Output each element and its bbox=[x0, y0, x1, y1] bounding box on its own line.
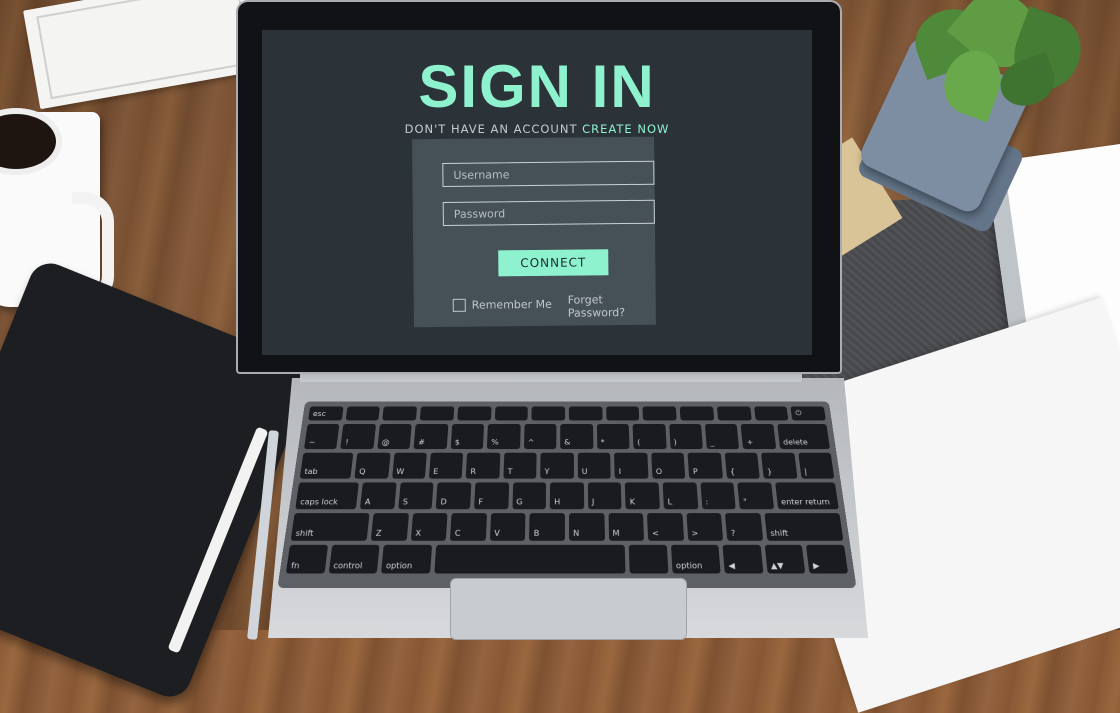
key-option[interactable]: option bbox=[381, 544, 432, 574]
signup-prompt-text: DON'T HAVE AN ACCOUNT bbox=[404, 122, 578, 136]
key--[interactable]: { bbox=[724, 452, 760, 479]
page-title: SIGN IN bbox=[418, 53, 656, 120]
key-blank[interactable] bbox=[433, 544, 626, 574]
key--[interactable]: ◀ bbox=[722, 544, 764, 574]
key-y[interactable]: Y bbox=[540, 452, 574, 479]
key--[interactable]: ▲▼ bbox=[764, 544, 806, 574]
key--[interactable]: $ bbox=[450, 423, 485, 450]
keyboard-row-3: caps lock A S D F G H J K L: " enter return bbox=[295, 482, 839, 510]
key-blank[interactable] bbox=[494, 406, 529, 421]
key--[interactable]: & bbox=[560, 423, 594, 450]
key-r[interactable]: R bbox=[466, 452, 501, 479]
key-enter-return[interactable]: enter return bbox=[774, 482, 839, 510]
username-input[interactable] bbox=[442, 160, 655, 187]
key-blank[interactable] bbox=[382, 406, 418, 421]
key--[interactable]: @ bbox=[377, 423, 413, 450]
key--[interactable]: # bbox=[413, 423, 449, 450]
key-e[interactable]: E bbox=[428, 452, 464, 479]
key-caps-lock[interactable]: caps lock bbox=[295, 482, 360, 510]
key-o[interactable]: O bbox=[651, 452, 686, 479]
key-z[interactable]: Z bbox=[371, 513, 409, 541]
key-control[interactable]: control bbox=[328, 544, 380, 574]
key--[interactable]: ? bbox=[725, 513, 763, 541]
key-delete[interactable]: delete bbox=[777, 423, 831, 450]
login-form: CONNECT Remember Me Forget Password? bbox=[412, 136, 656, 328]
key--[interactable]: ^ bbox=[523, 423, 557, 450]
key-v[interactable]: V bbox=[489, 513, 526, 541]
key--[interactable]: | bbox=[797, 452, 835, 479]
laptop-screen: SIGN IN DON'T HAVE AN ACCOUNT CREATE NOW… bbox=[262, 30, 812, 355]
key--[interactable]: + bbox=[740, 423, 777, 450]
key-f[interactable]: F bbox=[474, 482, 509, 510]
remember-me-checkbox[interactable]: Remember Me bbox=[452, 297, 552, 312]
key--[interactable]: ( bbox=[632, 423, 667, 450]
key-q[interactable]: Q bbox=[354, 452, 391, 479]
key-option[interactable]: option bbox=[670, 544, 721, 574]
key-l[interactable]: L bbox=[662, 482, 698, 510]
key-b[interactable]: B bbox=[529, 513, 565, 541]
key--[interactable]: % bbox=[487, 423, 521, 450]
key-blank[interactable] bbox=[419, 406, 455, 421]
coffee bbox=[0, 108, 62, 175]
key--[interactable]: ⏻ bbox=[790, 406, 826, 421]
keyboard-row-5: fn control option option ◀ ▲▼ ▶ bbox=[285, 544, 849, 574]
key-m[interactable]: M bbox=[608, 513, 645, 541]
key-d[interactable]: D bbox=[436, 482, 472, 510]
key--[interactable]: } bbox=[761, 452, 798, 479]
signup-prompt: DON'T HAVE AN ACCOUNT CREATE NOW bbox=[262, 122, 812, 136]
connect-button[interactable]: CONNECT bbox=[498, 249, 609, 277]
key-n[interactable]: N bbox=[569, 513, 605, 541]
keyboard-fn-row: esc ⏻ bbox=[308, 406, 826, 421]
key--[interactable]: " bbox=[737, 482, 774, 510]
key-blank[interactable] bbox=[531, 406, 566, 421]
key--[interactable]: _ bbox=[704, 423, 740, 450]
key--[interactable]: ! bbox=[340, 423, 376, 450]
key-h[interactable]: H bbox=[550, 482, 584, 510]
key-blank[interactable] bbox=[642, 406, 677, 421]
key-a[interactable]: A bbox=[360, 482, 397, 510]
key-shift[interactable]: shift bbox=[290, 513, 370, 541]
checkbox-icon[interactable] bbox=[452, 298, 466, 312]
create-account-link[interactable]: CREATE NOW bbox=[582, 122, 669, 136]
key-fn[interactable]: fn bbox=[285, 544, 328, 574]
laptop-lid: SIGN IN DON'T HAVE AN ACCOUNT CREATE NOW… bbox=[236, 0, 842, 374]
key-j[interactable]: J bbox=[587, 482, 622, 510]
keyboard-row-2: tab Q W E R T Y U I O P{} | bbox=[299, 452, 835, 479]
key-blank[interactable] bbox=[628, 544, 669, 574]
key-blank[interactable] bbox=[345, 406, 381, 421]
key-s[interactable]: S bbox=[398, 482, 434, 510]
key-t[interactable]: T bbox=[503, 452, 538, 479]
key-shift[interactable]: shift bbox=[764, 513, 844, 541]
key-x[interactable]: X bbox=[410, 513, 448, 541]
key-g[interactable]: G bbox=[512, 482, 547, 510]
key-p[interactable]: P bbox=[687, 452, 723, 479]
key-blank[interactable] bbox=[568, 406, 603, 421]
key-blank[interactable] bbox=[716, 406, 752, 421]
remember-me-label: Remember Me bbox=[471, 297, 552, 312]
key-blank[interactable] bbox=[753, 406, 789, 421]
key--[interactable]: > bbox=[686, 513, 724, 541]
key--[interactable]: ▶ bbox=[806, 544, 849, 574]
key-i[interactable]: I bbox=[614, 452, 649, 479]
key-k[interactable]: K bbox=[625, 482, 660, 510]
forgot-password-link[interactable]: Forget Password? bbox=[568, 293, 656, 319]
key-esc[interactable]: esc bbox=[308, 406, 344, 421]
password-input[interactable] bbox=[442, 199, 655, 226]
keyboard: esc ⏻ ~! @ # $% ^ & *() _ + delete tab Q W E R T Y U I O P{}… bbox=[277, 401, 857, 589]
key-blank[interactable] bbox=[457, 406, 492, 421]
key-blank[interactable] bbox=[605, 406, 640, 421]
key--[interactable]: : bbox=[700, 482, 736, 510]
key--[interactable]: ~ bbox=[303, 423, 340, 450]
keyboard-row-1: ~! @ # $% ^ & *() _ + delete bbox=[303, 423, 831, 450]
key--[interactable]: ) bbox=[668, 423, 703, 450]
key-c[interactable]: C bbox=[450, 513, 487, 541]
keyboard-row-4: shift Z X C V B N M < >? shift bbox=[290, 513, 844, 541]
key-blank[interactable] bbox=[679, 406, 715, 421]
key-w[interactable]: W bbox=[391, 452, 427, 479]
key--[interactable]: < bbox=[647, 513, 684, 541]
key--[interactable]: * bbox=[596, 423, 630, 450]
trackpad[interactable] bbox=[450, 578, 687, 640]
key-u[interactable]: U bbox=[577, 452, 612, 479]
key-tab[interactable]: tab bbox=[299, 452, 354, 479]
